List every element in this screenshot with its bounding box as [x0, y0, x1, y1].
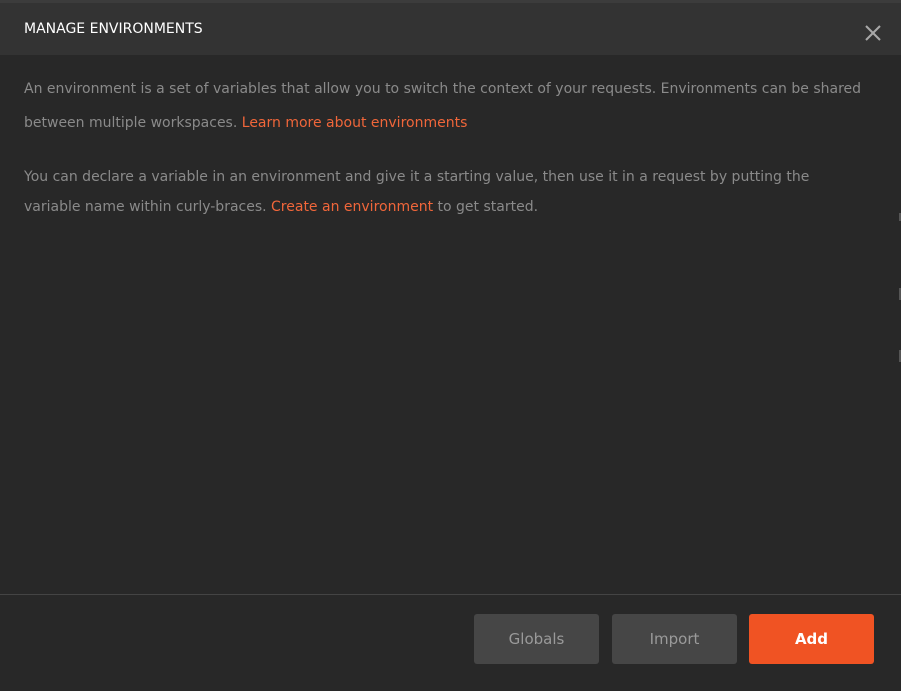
manage-environments-dialog: MANAGE ENVIRONMENTS An environment is a … [0, 0, 901, 691]
variable-description: You can declare a variable in an environ… [24, 162, 864, 222]
create-environment-link[interactable]: Create an environment [271, 199, 433, 215]
add-button[interactable]: Add [749, 614, 874, 664]
footer-divider [0, 594, 901, 595]
close-button[interactable] [862, 22, 884, 44]
dialog-body: An environment is a set of variables tha… [24, 72, 864, 222]
learn-more-link[interactable]: Learn more about environments [242, 115, 468, 131]
close-icon[interactable] [862, 22, 884, 44]
import-button[interactable]: Import [612, 614, 737, 664]
dialog-header: MANAGE ENVIRONMENTS [0, 0, 901, 55]
dialog-title: MANAGE ENVIRONMENTS [24, 21, 203, 37]
globals-button[interactable]: Globals [474, 614, 599, 664]
get-started-text: to get started. [433, 199, 539, 215]
environment-description: An environment is a set of variables tha… [24, 72, 864, 140]
